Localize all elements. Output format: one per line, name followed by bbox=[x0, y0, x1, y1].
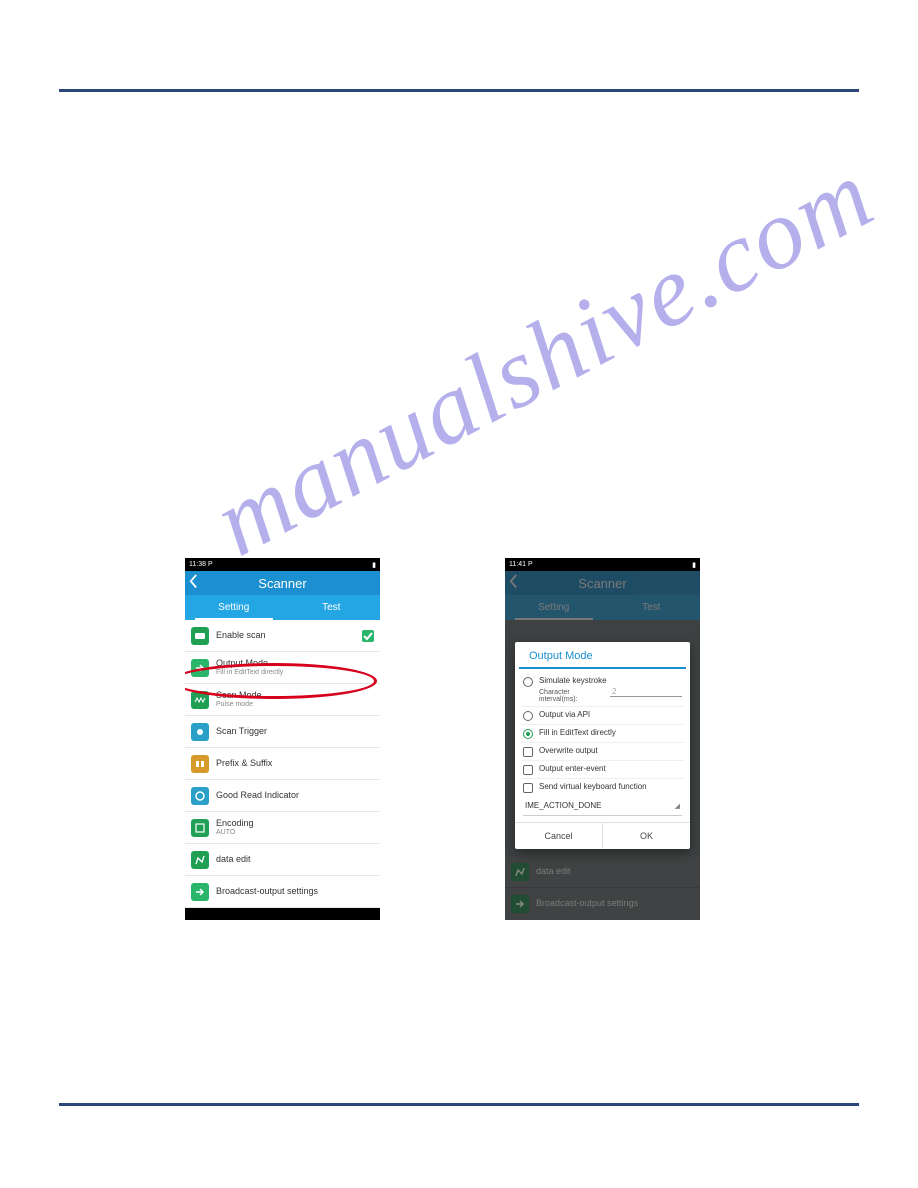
scan-icon bbox=[191, 627, 209, 645]
checkbox-enabled-icon[interactable] bbox=[362, 630, 374, 642]
interval-input[interactable] bbox=[610, 687, 682, 697]
status-bar: 11:41 P ▮ bbox=[505, 558, 700, 571]
divider-top bbox=[59, 89, 859, 92]
option-label: Simulate keystroke bbox=[539, 676, 682, 685]
row-label: Broadcast-output settings bbox=[216, 887, 318, 897]
option-output-api[interactable]: Output via API bbox=[521, 707, 684, 725]
option-send-virtual-keyboard[interactable]: Send virtual keyboard function bbox=[521, 779, 684, 796]
row-enable-scan[interactable]: Enable scan bbox=[185, 620, 380, 652]
tab-bar: Setting Test bbox=[185, 595, 380, 620]
option-label: Output enter-event bbox=[539, 764, 682, 773]
indicator-icon bbox=[191, 787, 209, 805]
battery-icon: ▮ bbox=[372, 561, 376, 569]
row-sublabel: AUTO bbox=[216, 829, 254, 837]
row-encoding[interactable]: Encoding AUTO bbox=[185, 812, 380, 844]
row-label: Scan Mode bbox=[216, 691, 262, 701]
option-output-enter-event[interactable]: Output enter-event bbox=[521, 761, 684, 779]
checkbox-icon[interactable] bbox=[523, 747, 533, 757]
row-label: Output Mode bbox=[216, 659, 283, 669]
phone-screenshots-container: 11:38 P ▮ Scanner Setting Test Enable sc… bbox=[185, 558, 700, 920]
interval-label: Character interval(ms): bbox=[539, 689, 606, 703]
row-label: Encoding bbox=[216, 819, 254, 829]
option-simulate-keystroke[interactable]: Simulate keystroke Character interval(ms… bbox=[521, 673, 684, 707]
back-icon[interactable] bbox=[189, 574, 198, 590]
option-label: Fill in EditText directly bbox=[539, 728, 682, 737]
ok-button[interactable]: OK bbox=[602, 823, 690, 849]
radio-icon[interactable] bbox=[523, 711, 533, 721]
row-output-mode[interactable]: Output Mode Fill in EditText directly bbox=[185, 652, 380, 684]
option-label: Send virtual keyboard function bbox=[539, 782, 682, 791]
status-letter: P bbox=[208, 561, 213, 568]
output-icon bbox=[191, 659, 209, 677]
mode-icon bbox=[191, 691, 209, 709]
dialog-buttons: Cancel OK bbox=[515, 822, 690, 849]
row-label: Scan Trigger bbox=[216, 727, 267, 737]
app-header: Scanner bbox=[185, 571, 380, 595]
watermark-text: manualshive.com bbox=[196, 136, 892, 579]
tab-setting[interactable]: Setting bbox=[185, 595, 283, 620]
phone-screenshot-settings: 11:38 P ▮ Scanner Setting Test Enable sc… bbox=[185, 558, 380, 920]
option-fill-edittext[interactable]: Fill in EditText directly bbox=[521, 725, 684, 743]
row-label: data edit bbox=[216, 855, 251, 865]
row-sublabel: Fill in EditText directly bbox=[216, 669, 283, 677]
row-broadcast[interactable]: Broadcast-output settings bbox=[185, 876, 380, 908]
option-label: Overwrite output bbox=[539, 746, 682, 755]
option-label: Output via API bbox=[539, 710, 682, 719]
output-mode-dialog: Output Mode Simulate keystroke Character… bbox=[515, 642, 690, 849]
row-label: Good Read Indicator bbox=[216, 791, 299, 801]
radio-selected-icon[interactable] bbox=[523, 729, 533, 739]
row-scan-trigger[interactable]: Scan Trigger bbox=[185, 716, 380, 748]
row-label: Prefix & Suffix bbox=[216, 759, 272, 769]
dialog-body: Simulate keystroke Character interval(ms… bbox=[515, 669, 690, 816]
option-overwrite-output[interactable]: Overwrite output bbox=[521, 743, 684, 761]
trigger-icon bbox=[191, 723, 209, 741]
dialog-title: Output Mode bbox=[519, 642, 686, 669]
settings-list: Enable scan Output Mode Fill in EditText… bbox=[185, 620, 380, 908]
row-scan-mode[interactable]: Scan Mode Pulse mode bbox=[185, 684, 380, 716]
row-good-read[interactable]: Good Read Indicator bbox=[185, 780, 380, 812]
battery-icon: ▮ bbox=[692, 561, 696, 569]
checkbox-icon[interactable] bbox=[523, 765, 533, 775]
status-time: 11:38 bbox=[189, 561, 206, 568]
edit-icon bbox=[191, 851, 209, 869]
row-sublabel: Pulse mode bbox=[216, 701, 262, 709]
row-label: Enable scan bbox=[216, 631, 266, 641]
prefix-icon bbox=[191, 755, 209, 773]
phone-screenshot-dialog: 11:41 P ▮ Scanner Setting Test data edit bbox=[505, 558, 700, 920]
status-letter: P bbox=[528, 561, 533, 568]
dropdown-icon: ◢ bbox=[675, 802, 680, 810]
broadcast-icon bbox=[191, 883, 209, 901]
status-bar: 11:38 P ▮ bbox=[185, 558, 380, 571]
ime-action-dropdown[interactable]: IME_ACTION_DONE ◢ bbox=[523, 798, 682, 816]
app-title: Scanner bbox=[258, 576, 306, 591]
row-data-edit[interactable]: data edit bbox=[185, 844, 380, 876]
status-time: 11:41 bbox=[509, 561, 526, 568]
divider-bottom bbox=[59, 1103, 859, 1106]
ime-value: IME_ACTION_DONE bbox=[525, 801, 601, 810]
encoding-icon bbox=[191, 819, 209, 837]
cancel-button[interactable]: Cancel bbox=[515, 823, 602, 849]
tab-test[interactable]: Test bbox=[283, 595, 381, 620]
radio-icon[interactable] bbox=[523, 677, 533, 687]
checkbox-icon[interactable] bbox=[523, 783, 533, 793]
row-prefix-suffix[interactable]: Prefix & Suffix bbox=[185, 748, 380, 780]
